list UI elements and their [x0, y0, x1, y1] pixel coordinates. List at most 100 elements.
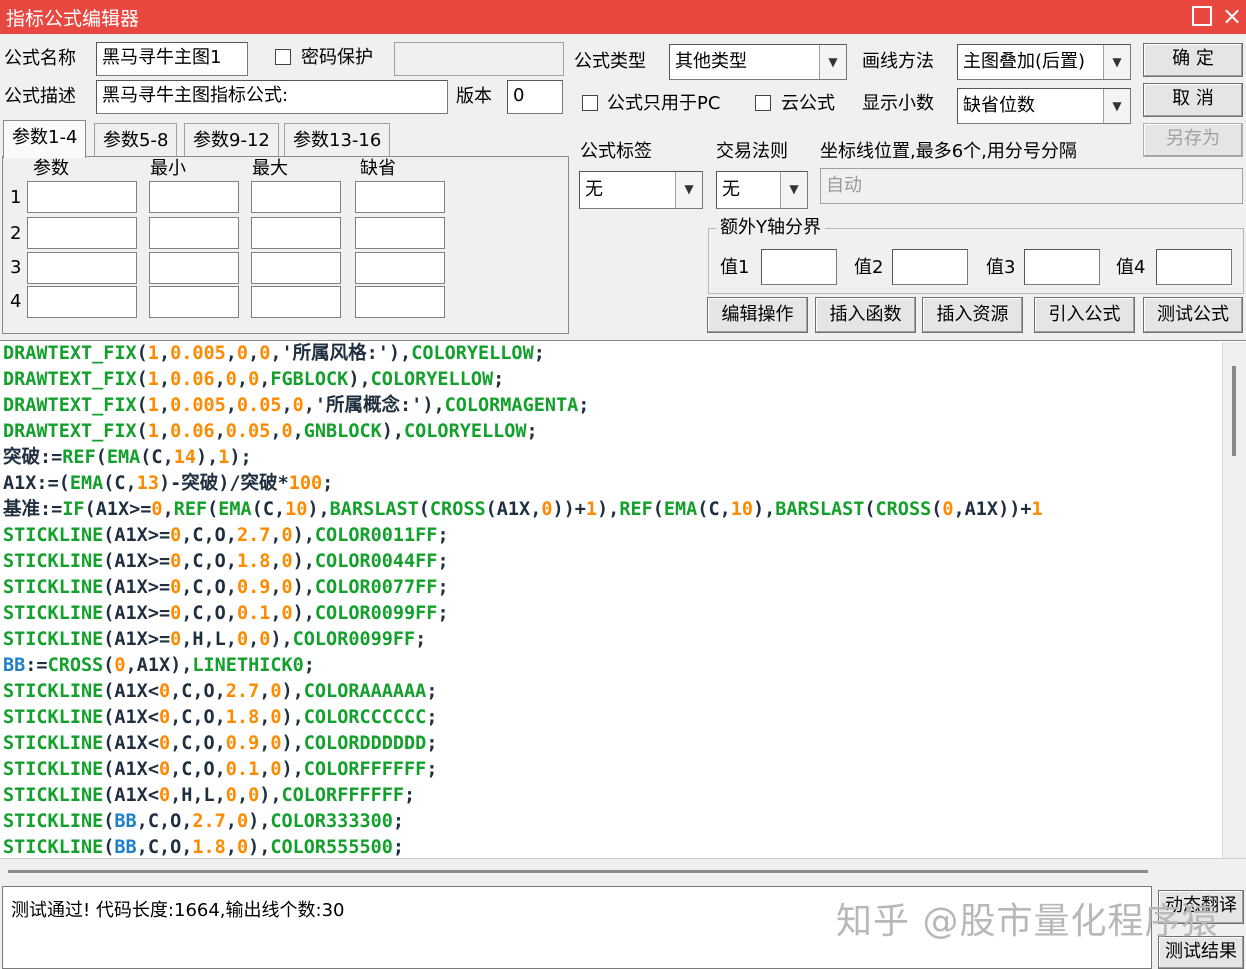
yaxis-value1-input[interactable] [761, 249, 837, 285]
code-line: DRAWTEXT_FIX(1,0.06,0,0,FGBLOCK),COLORYE… [3, 369, 505, 390]
param-row-number: 4 [10, 291, 22, 312]
version-input[interactable]: 0 [507, 80, 563, 114]
chevron-down-icon: ▼ [1103, 45, 1130, 79]
param-1-max-input[interactable] [251, 181, 341, 213]
maximize-icon[interactable] [1192, 6, 1212, 26]
param-row-number: 1 [10, 187, 22, 208]
password-input[interactable] [394, 42, 564, 76]
formula-name-input[interactable]: 黑马寻牛主图1 [96, 42, 248, 76]
param-2-default-input[interactable] [355, 217, 445, 249]
code-line: STICKLINE(BB,C,O,1.8,0),COLOR555500; [3, 837, 405, 858]
tab-params-1-4[interactable]: 参数1-4 [3, 120, 87, 158]
formula-tag-value: 无 [585, 179, 603, 200]
decimal-value: 缺省位数 [963, 95, 1035, 116]
chevron-down-icon: ▼ [819, 45, 846, 79]
code-content: DRAWTEXT_FIX(1,0.005,0,0,'所属风格:'),COLORY… [3, 341, 1246, 858]
param-3-min-input[interactable] [149, 252, 239, 284]
window-title: 指标公式编辑器 [6, 8, 140, 30]
decimal-select[interactable]: 缺省位数 ▼ [957, 88, 1131, 124]
formula-name-label: 公式名称 [4, 48, 76, 69]
code-line: STICKLINE(A1X>=0,C,O,0.9,0),COLOR0077FF; [3, 577, 449, 598]
vertical-scroll-thumb[interactable] [1232, 366, 1236, 456]
code-line: DRAWTEXT_FIX(1,0.005,0,0,'所属风格:'),COLORY… [3, 343, 545, 364]
tab-params-13-16[interactable]: 参数13-16 [284, 123, 391, 157]
password-checkbox[interactable] [275, 49, 291, 65]
param-row-number: 2 [10, 223, 22, 244]
yaxis-value2-label: 值2 [854, 257, 884, 278]
code-line: STICKLINE(A1X<0,H,L,0,0),COLORFFFFFF; [3, 785, 416, 806]
insert-function-button[interactable]: 插入函数 [815, 297, 916, 333]
password-label: 密码保护 [301, 47, 373, 68]
chevron-down-icon: ▼ [675, 172, 702, 208]
formula-tag-label: 公式标签 [580, 141, 652, 162]
code-line: 突破:=REF(EMA(C,14),1); [3, 447, 252, 468]
param-2-max-input[interactable] [251, 217, 341, 249]
tab-params-9-12[interactable]: 参数9-12 [184, 123, 279, 157]
param-3-name-input[interactable] [27, 252, 137, 284]
param-header-default: 缺省 [360, 158, 396, 179]
param-header-max: 最大 [252, 158, 288, 179]
formula-desc-label: 公式描述 [4, 86, 76, 107]
param-row-number: 3 [10, 257, 22, 278]
cancel-button[interactable]: 取 消 [1143, 83, 1243, 117]
code-line: STICKLINE(A1X>=0,C,O,0.1,0),COLOR0099FF; [3, 603, 449, 624]
tab-params-5-8[interactable]: 参数5-8 [94, 123, 178, 157]
coord-lines-label: 坐标线位置,最多6个,用分号分隔 [820, 141, 1077, 162]
version-label: 版本 [456, 86, 492, 107]
save-as-button[interactable]: 另存为 [1143, 123, 1243, 157]
cloud-formula-checkbox[interactable] [755, 95, 771, 111]
code-line: 基准:=IF(A1X>=0,REF(EMA(C,10),BARSLAST(CRO… [3, 499, 1043, 520]
extra-yaxis-label: 额外Y轴分界 [716, 216, 825, 240]
import-formula-button[interactable]: 引入公式 [1034, 297, 1135, 333]
draw-method-label: 画线方法 [862, 51, 934, 72]
param-2-min-input[interactable] [149, 217, 239, 249]
draw-method-value: 主图叠加(后置) [963, 51, 1086, 72]
trade-rule-label: 交易法则 [716, 141, 788, 162]
code-line: STICKLINE(A1X<0,C,O,1.8,0),COLORCCCCCC; [3, 707, 438, 728]
code-line: STICKLINE(BB,C,O,2.7,0),COLOR333300; [3, 811, 405, 832]
param-4-default-input[interactable] [355, 286, 445, 318]
horizontal-scroll-thumb[interactable] [8, 870, 1148, 873]
yaxis-value3-label: 值3 [986, 257, 1016, 278]
code-line: STICKLINE(A1X>=0,H,L,0,0),COLOR0099FF; [3, 629, 427, 650]
trade-rule-select[interactable]: 无 ▼ [716, 171, 808, 209]
ok-button[interactable]: 确 定 [1143, 43, 1243, 77]
param-2-name-input[interactable] [27, 217, 137, 249]
pc-only-checkbox[interactable] [582, 95, 598, 111]
param-3-max-input[interactable] [251, 252, 341, 284]
param-1-min-input[interactable] [149, 181, 239, 213]
cloud-formula-label: 云公式 [781, 93, 835, 114]
code-editor[interactable]: DRAWTEXT_FIX(1,0.005,0,0,'所属风格:'),COLORY… [0, 340, 1246, 858]
yaxis-value3-input[interactable] [1024, 249, 1100, 285]
draw-method-select[interactable]: 主图叠加(后置) ▼ [957, 44, 1131, 80]
test-formula-button[interactable]: 测试公式 [1143, 297, 1243, 333]
code-line: DRAWTEXT_FIX(1,0.06,0.05,0,GNBLOCK),COLO… [3, 421, 538, 442]
decimal-label: 显示小数 [862, 93, 934, 114]
close-icon[interactable]: × [1219, 0, 1245, 34]
param-1-name-input[interactable] [27, 181, 137, 213]
status-text: 测试通过! 代码长度:1664,输出线个数:30 [11, 900, 345, 921]
code-line: STICKLINE(A1X<0,C,O,2.7,0),COLORAAAAAA; [3, 681, 438, 702]
edit-operation-button[interactable]: 编辑操作 [707, 297, 808, 333]
param-4-max-input[interactable] [251, 286, 341, 318]
code-line: STICKLINE(A1X>=0,C,O,1.8,0),COLOR0044FF; [3, 551, 449, 572]
code-line: BB:=CROSS(0,A1X),LINETHICK0; [3, 655, 315, 676]
param-1-default-input[interactable] [355, 181, 445, 213]
yaxis-value1-label: 值1 [720, 257, 750, 278]
formula-desc-input[interactable]: 黑马寻牛主图指标公式: [96, 80, 448, 114]
param-4-name-input[interactable] [27, 286, 137, 318]
formula-type-select[interactable]: 其他类型 ▼ [669, 44, 847, 80]
param-4-min-input[interactable] [149, 286, 239, 318]
yaxis-value2-input[interactable] [892, 249, 968, 285]
param-header-name: 参数 [33, 158, 69, 179]
formula-tag-select[interactable]: 无 ▼ [579, 171, 703, 209]
code-line: DRAWTEXT_FIX(1,0.005,0.05,0,'所属概念:'),COL… [3, 395, 590, 416]
insert-resource-button[interactable]: 插入资源 [922, 297, 1023, 333]
coord-lines-input[interactable]: 自动 [820, 168, 1243, 204]
chevron-down-icon: ▼ [1103, 89, 1130, 123]
yaxis-value4-label: 值4 [1116, 257, 1146, 278]
param-3-default-input[interactable] [355, 252, 445, 284]
yaxis-value4-input[interactable] [1156, 249, 1232, 285]
pc-only-label: 公式只用于PC [607, 93, 721, 114]
watermark: 知乎 @股市量化程序猿 [836, 901, 1219, 942]
